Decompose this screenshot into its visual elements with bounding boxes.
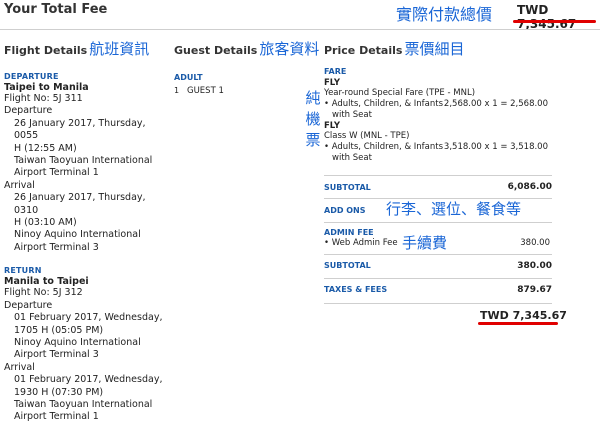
departure-arr-label: Arrival: [4, 179, 35, 191]
total-annotation: 實際付款總價: [396, 5, 493, 24]
price-details: Price Details 票價細目 FARE FLY Year-round Sp…: [324, 38, 554, 164]
price-heading-annotation: 票價細目: [404, 40, 465, 58]
subtotal-2-label: SUBTOTAL: [324, 261, 371, 270]
price-divider: [324, 254, 552, 255]
flight-heading-text: Flight Details: [4, 44, 88, 57]
addons-annotation: 行李、選位、餐食等: [386, 200, 522, 218]
fee-header: Your Total Fee 實際付款總價 TWD 7,345.67: [0, 0, 600, 31]
price-divider: [324, 175, 552, 176]
header-total-underline: [513, 20, 596, 23]
header-divider: [0, 29, 600, 30]
flight-details-heading: Flight Details 航班資訊: [4, 38, 164, 59]
price-details-heading: Price Details 票價細目: [324, 38, 554, 59]
return-arr-label: Arrival: [4, 361, 35, 373]
departure-section: DEPARTURE Taipei to Manila Flight No: 5J…: [4, 72, 164, 254]
fare-item-1-label: • Adults, Children, & Infants: [324, 99, 444, 109]
header-total: TWD 7,345.67: [517, 3, 577, 31]
return-route: Manila to Taipei: [4, 276, 89, 288]
departure-label: DEPARTURE: [4, 72, 59, 81]
return-arr-time-2: 1930 H (07:30 PM): [14, 386, 104, 398]
taxes-value: 879.67: [517, 285, 552, 295]
return-dep-time-2: 1705 H (05:05 PM): [14, 324, 104, 336]
departure-arr-airport-2: Airport Terminal 3: [14, 241, 99, 253]
flight-heading-annotation: 航班資訊: [89, 40, 150, 58]
fare-fly-1: FLY: [324, 78, 341, 88]
taxes-label: TAXES & FEES: [324, 285, 388, 294]
departure-dep-airport: Taiwan Taoyuan International: [14, 155, 153, 167]
price-divider: [324, 222, 552, 223]
price-divider: [324, 303, 552, 304]
admin-fee-item-label: • Web Admin Fee: [324, 238, 398, 248]
fare-desc-2: Class W (MNL - TPE): [324, 131, 410, 141]
subtotal-1-value: 6,086.00: [507, 182, 552, 192]
departure-arr-airport: Ninoy Aquino International: [14, 229, 141, 241]
return-label: RETURN: [4, 266, 42, 276]
return-dep-airport: Ninoy Aquino International: [14, 336, 141, 348]
return-dep-label: Departure: [4, 299, 53, 311]
fare-item-1: • Adults, Children, & Infants 2,568.00 x…: [324, 99, 554, 110]
fare-item-2-label: • Adults, Children, & Infants: [324, 142, 444, 152]
departure-arr-time-2: H (03:10 AM): [14, 217, 77, 229]
fare-label: FARE: [324, 67, 347, 76]
fare-fly-2: FLY: [324, 121, 341, 131]
departure-flight-no: Flight No: 5J 311: [4, 93, 83, 104]
fare-item-1-calc: 2,568.00 x 1 = 2,568.00: [443, 99, 548, 109]
return-arr-airport: Taiwan Taoyuan International: [14, 398, 153, 410]
fare-item-2-seat: with Seat: [332, 153, 372, 163]
flight-details: Flight Details 航班資訊 DEPARTURE Taipei to M…: [4, 38, 164, 424]
page-title: Your Total Fee: [4, 2, 108, 17]
guest-heading-annotation: 旅客資料: [259, 40, 320, 58]
price-heading-text: Price Details: [324, 44, 403, 57]
fare-item-1-seat: with Seat: [332, 110, 372, 120]
departure-dep-airport-2: Airport Terminal 1: [14, 167, 99, 179]
guest-row-name: GUEST 1: [187, 86, 224, 96]
fare-desc-1: Year-round Special Fare (TPE - MNL): [324, 88, 476, 98]
guest-type-label: ADULT: [174, 73, 203, 82]
guest-row: 1 GUEST 1: [174, 86, 314, 96]
departure-dep-label: Departure: [4, 105, 53, 117]
return-dep-airport-2: Airport Terminal 3: [14, 349, 99, 361]
guest-details-heading: Guest Details 旅客資料: [174, 38, 319, 59]
price-divider: [324, 278, 552, 279]
subtotal-1-label: SUBTOTAL: [324, 183, 371, 192]
return-arr-airport-2: Airport Terminal 1: [14, 411, 99, 423]
return-flight-no: Flight No: 5J 312: [4, 287, 83, 299]
grand-total: TWD 7,345.67: [480, 309, 567, 322]
guest-heading-text: Guest Details: [174, 44, 258, 57]
admin-fee-item-value: 380.00: [520, 238, 550, 248]
departure-dep-time: 26 January 2017, Thursday, 0055: [14, 117, 146, 142]
departure-arr-time: 26 January 2017, Thursday, 0310: [14, 192, 146, 216]
fare-item-2: • Adults, Children, & Infants 3,518.00 x…: [324, 142, 554, 153]
return-arr-time: 01 February 2017, Wednesday,: [14, 374, 163, 386]
addons-label: ADD ONS: [324, 206, 366, 215]
departure-dep-time-2: H (12:55 AM): [14, 142, 77, 154]
departure-route: Taipei to Manila: [4, 82, 89, 93]
admin-fee-annotation: 手續費: [402, 234, 448, 252]
subtotal-2-value: 380.00: [517, 261, 552, 271]
guest-row-number: 1: [174, 86, 180, 95]
admin-fee-label: ADMIN FEE: [324, 228, 374, 237]
fare-section: FARE FLY Year-round Special Fare (TPE - …: [324, 67, 554, 164]
pure-ticket-annotation: 純機票: [305, 89, 321, 149]
guest-details: Guest Details 旅客資料 ADULT 1 GUEST 1: [174, 38, 319, 96]
return-dep-time: 01 February 2017, Wednesday,: [14, 312, 163, 324]
fare-item-2-calc: 3,518.00 x 1 = 3,518.00: [443, 142, 548, 152]
grand-total-underline: [478, 322, 558, 325]
return-section: RETURN Manila to Taipei Flight No: 5J 31…: [4, 266, 164, 423]
